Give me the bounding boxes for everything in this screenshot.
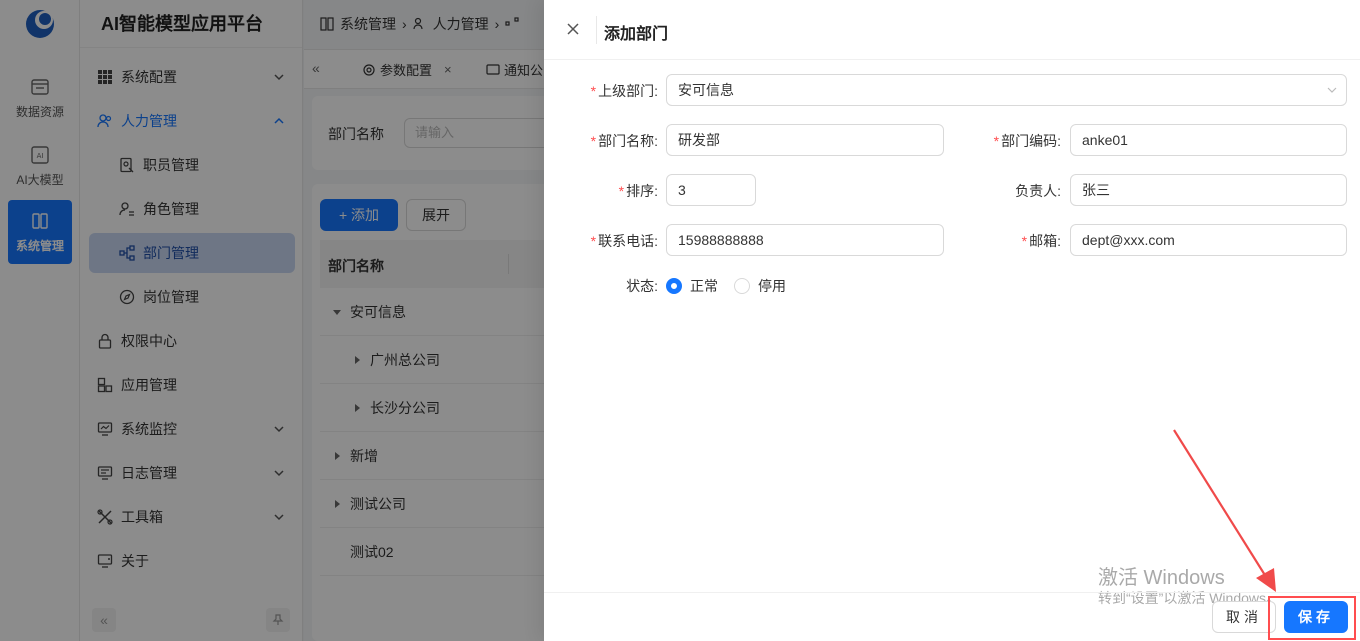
add-department-drawer: 添加部门 * 上级部门: 安可信息 * 部门名称: 研发部 * 部门编码: anke0…	[544, 0, 1360, 641]
status-normal-radio[interactable]: 正常	[666, 276, 718, 296]
email-input[interactable]: dept@xxx.com	[1070, 224, 1347, 256]
required-mark: *	[993, 133, 1000, 149]
close-icon[interactable]	[564, 20, 582, 38]
header-divider	[596, 16, 597, 44]
radio-label: 正常	[690, 278, 718, 294]
dept-code-label: * 部门编码:	[993, 133, 1061, 149]
dept-name-input[interactable]: 研发部	[666, 124, 944, 156]
radio-label: 停用	[758, 278, 786, 294]
email-label: * 邮箱:	[1021, 233, 1061, 249]
status-disabled-radio[interactable]: 停用	[734, 276, 786, 296]
sort-label: * 排序:	[618, 183, 658, 199]
dept-code-input[interactable]: anke01	[1070, 124, 1347, 156]
chevron-down-icon	[1327, 87, 1337, 93]
phone-input[interactable]: 15988888888	[666, 224, 944, 256]
parent-dept-label: * 上级部门:	[590, 83, 658, 99]
cancel-button[interactable]: 取消	[1212, 601, 1276, 633]
leader-input[interactable]: 张三	[1070, 174, 1347, 206]
required-mark: *	[590, 233, 597, 249]
dept-name-label: * 部门名称:	[590, 133, 658, 149]
drawer-footer: 取消 保存	[544, 592, 1360, 641]
phone-label: * 联系电话:	[590, 233, 658, 249]
leader-label: 负责人:	[1015, 183, 1061, 199]
required-mark: *	[1021, 233, 1028, 249]
parent-dept-value: 安可信息	[678, 82, 734, 98]
drawer-header: 添加部门	[544, 0, 1360, 60]
required-mark: *	[618, 183, 625, 199]
windows-activation-watermark: 激活 Windows	[1098, 567, 1225, 589]
radio-checked-icon	[666, 278, 682, 294]
save-highlight-box	[1268, 596, 1356, 640]
required-mark: *	[590, 133, 597, 149]
required-mark: *	[590, 83, 597, 99]
status-label: 状态:	[626, 278, 658, 294]
sort-input[interactable]: 3	[666, 174, 756, 206]
radio-unchecked-icon	[734, 278, 750, 294]
parent-dept-select[interactable]: 安可信息	[666, 74, 1347, 106]
modal-mask[interactable]	[0, 0, 544, 641]
drawer-title: 添加部门	[604, 26, 669, 43]
